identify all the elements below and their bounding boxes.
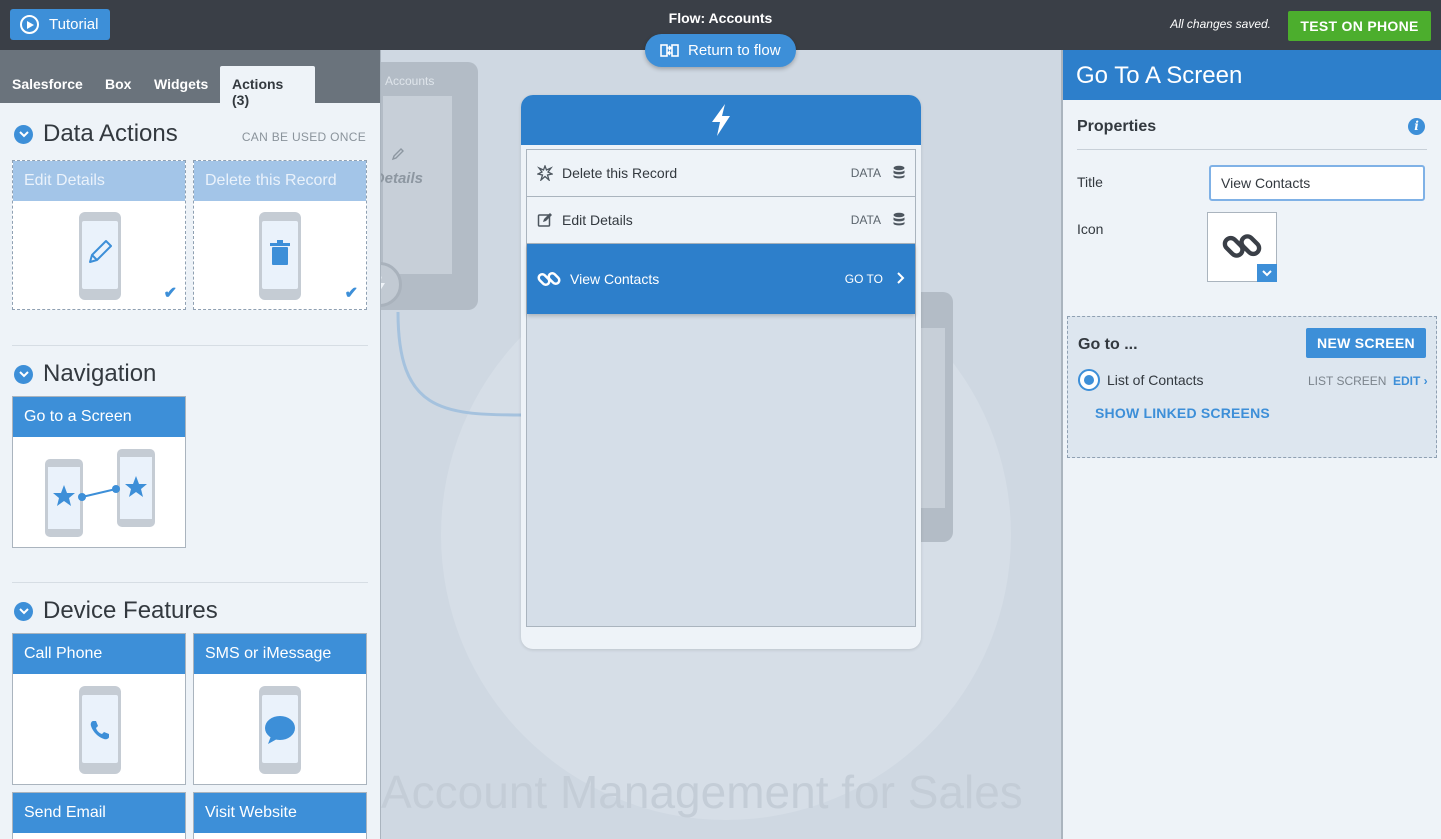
flow-connector bbox=[396, 311, 522, 417]
card-title: Edit Details bbox=[13, 161, 185, 201]
data-actions-heading[interactable]: Data Actions bbox=[14, 120, 178, 148]
link-icon bbox=[537, 267, 561, 291]
save-status: All changes saved. bbox=[1170, 17, 1271, 31]
panel-tabs: Salesforce Box Widgets Actions (3) bbox=[0, 50, 380, 108]
action-label: Edit Details bbox=[562, 212, 633, 228]
link-icon bbox=[1222, 234, 1262, 258]
show-linked-screens-link[interactable]: SHOW LINKED SCREENS bbox=[1095, 405, 1270, 421]
tab-box[interactable]: Box bbox=[105, 76, 131, 92]
test-on-phone-button[interactable]: TEST ON PHONE bbox=[1288, 11, 1431, 41]
action-row-edit[interactable]: Edit Details DATA bbox=[527, 197, 915, 244]
database-icon bbox=[893, 212, 905, 229]
icon-picker[interactable] bbox=[1207, 212, 1277, 282]
send-email-card[interactable]: Send Email bbox=[12, 792, 186, 839]
return-label: Return to flow bbox=[688, 42, 781, 59]
burst-icon bbox=[537, 165, 553, 181]
pencil-icon bbox=[89, 240, 112, 263]
icon-label: Icon bbox=[1077, 221, 1104, 237]
chevron-down-icon bbox=[14, 124, 33, 144]
delete-record-card[interactable]: Delete this Record ✔ bbox=[193, 160, 367, 310]
return-to-flow-button[interactable]: Return to flow bbox=[645, 34, 796, 67]
chevron-down-icon bbox=[14, 364, 33, 384]
tab-widgets[interactable]: Widgets bbox=[154, 76, 208, 92]
screen-name: List of Contacts bbox=[1107, 372, 1204, 388]
tab-actions[interactable]: Actions (3) bbox=[220, 66, 315, 108]
action-screen-preview: Delete this Record DATA Edit Details DAT… bbox=[521, 95, 921, 649]
new-screen-button[interactable]: NEW SCREEN bbox=[1306, 328, 1426, 358]
flow-canvas[interactable]: Account Management for Sales Accounts De… bbox=[381, 50, 1061, 839]
action-label: View Contacts bbox=[570, 271, 660, 287]
action-list: Delete this Record DATA Edit Details DAT… bbox=[526, 149, 916, 627]
info-icon[interactable]: i bbox=[1408, 118, 1425, 135]
sms-card[interactable]: SMS or iMessage bbox=[193, 633, 367, 785]
section-divider bbox=[12, 345, 368, 346]
screen-type: LIST SCREEN bbox=[1308, 374, 1387, 388]
widget-panel: Salesforce Box Widgets Actions (3) Data … bbox=[0, 50, 381, 839]
data-actions-title: Data Actions bbox=[43, 120, 178, 147]
panel-title: Go To A Screen bbox=[1063, 50, 1441, 100]
app-watermark: Account Management for Sales bbox=[381, 766, 1023, 818]
visit-website-card[interactable]: Visit Website bbox=[193, 792, 367, 839]
goto-section: Go to ... NEW SCREEN List of Contacts LI… bbox=[1067, 316, 1437, 458]
action-type: DATA bbox=[850, 213, 881, 227]
phone-graphic bbox=[259, 686, 301, 774]
screen-link-icon bbox=[45, 449, 155, 537]
card-title: Send Email bbox=[13, 793, 185, 833]
device-features-title: Device Features bbox=[43, 597, 218, 624]
go-to-screen-card[interactable]: Go to a Screen bbox=[12, 396, 186, 548]
navigation-heading[interactable]: Navigation bbox=[14, 360, 156, 388]
chevron-right-icon bbox=[897, 271, 905, 287]
action-row-delete[interactable]: Delete this Record DATA bbox=[527, 150, 915, 197]
section-divider bbox=[12, 582, 368, 583]
screen-radio[interactable] bbox=[1078, 369, 1100, 391]
edit-details-card[interactable]: Edit Details ✔ bbox=[12, 160, 186, 310]
card-title: Go to a Screen bbox=[13, 397, 185, 437]
database-icon bbox=[893, 165, 905, 182]
action-row-view-contacts[interactable]: View Contacts GO TO bbox=[527, 244, 915, 314]
lightning-icon bbox=[712, 104, 730, 136]
check-icon: ✔ bbox=[163, 285, 177, 302]
action-type: DATA bbox=[850, 166, 881, 180]
trash-icon bbox=[270, 240, 290, 265]
card-title: Delete this Record bbox=[194, 161, 366, 201]
properties-heading: Properties bbox=[1077, 118, 1157, 135]
tab-salesforce[interactable]: Salesforce bbox=[12, 76, 83, 92]
device-features-heading[interactable]: Device Features bbox=[14, 597, 218, 625]
action-type: GO TO bbox=[844, 272, 883, 286]
title-label: Title bbox=[1077, 174, 1103, 190]
goto-label: Go to ... bbox=[1078, 336, 1138, 353]
properties-panel: Go To A Screen Properties i Title Icon G… bbox=[1061, 50, 1441, 839]
phone-icon bbox=[90, 721, 109, 740]
card-title: Call Phone bbox=[13, 634, 185, 674]
action-header bbox=[521, 95, 921, 145]
phone-graphic bbox=[79, 686, 121, 774]
usage-note: CAN BE USED ONCE bbox=[241, 130, 366, 144]
call-phone-card[interactable]: Call Phone bbox=[12, 633, 186, 785]
card-title: SMS or iMessage bbox=[194, 634, 366, 674]
navigation-title: Navigation bbox=[43, 360, 157, 387]
chevron-down-icon bbox=[14, 601, 33, 621]
action-label: Delete this Record bbox=[562, 165, 678, 181]
edit-icon bbox=[537, 212, 553, 228]
flow-swap-icon bbox=[660, 44, 679, 57]
phone-graphic bbox=[79, 212, 121, 300]
properties-divider bbox=[1077, 149, 1427, 150]
chevron-down-icon[interactable] bbox=[1257, 264, 1277, 282]
edit-screen-link[interactable]: EDIT › bbox=[1393, 374, 1428, 388]
title-input[interactable] bbox=[1209, 165, 1425, 201]
chat-bubble-icon bbox=[265, 716, 295, 744]
phone-graphic bbox=[259, 212, 301, 300]
check-icon: ✔ bbox=[344, 285, 358, 302]
card-title: Visit Website bbox=[194, 793, 366, 833]
